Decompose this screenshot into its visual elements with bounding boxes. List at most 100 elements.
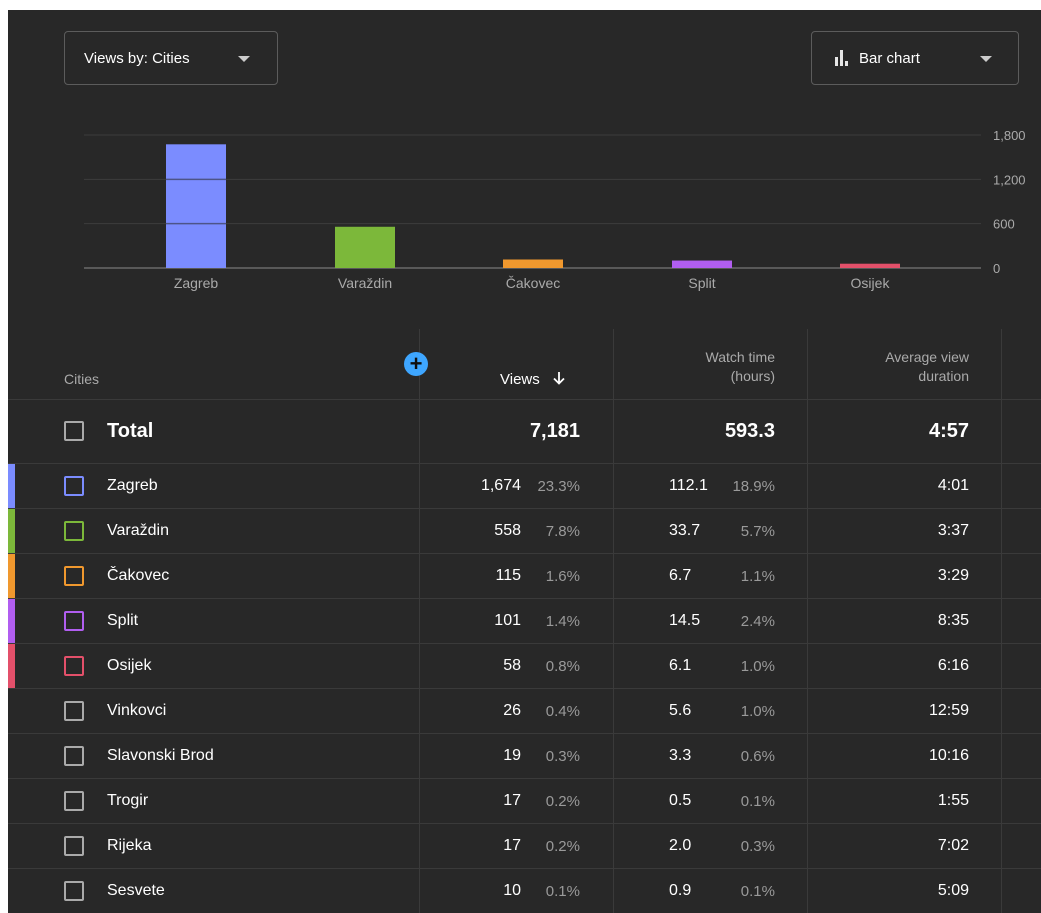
watch-time-percent: 0.1%: [740, 883, 775, 900]
series-color-stripe: [8, 464, 15, 508]
table-row[interactable]: Split 101 1.4% 14.5 2.4% 8:35: [8, 598, 1041, 643]
watch-time-value: 6.1: [669, 657, 692, 674]
row-checkbox[interactable]: [64, 881, 84, 901]
views-value: 17: [503, 837, 521, 854]
total-label: Total: [107, 420, 154, 442]
total-views: 7,181: [529, 420, 580, 442]
x-tick-label: Varaždin: [338, 275, 392, 291]
row-checkbox[interactable]: [64, 521, 84, 541]
watch-time-percent: 2.4%: [740, 613, 775, 630]
table-row[interactable]: Rijeka 17 0.2% 2.0 0.3% 7:02: [8, 823, 1041, 868]
avg-duration-value: 10:16: [928, 747, 969, 764]
watch-time-value: 2.0: [669, 837, 692, 854]
avg-duration-value: 5:09: [937, 882, 969, 899]
series-color-stripe: [8, 599, 15, 643]
city-name: Zagreb: [107, 477, 158, 494]
watch-time-percent: 18.9%: [732, 478, 775, 495]
table-row[interactable]: Trogir 17 0.2% 0.5 0.1% 1:55: [8, 778, 1041, 823]
avg-duration-value: 4:01: [937, 477, 969, 494]
bar-0: [166, 144, 226, 268]
table-row[interactable]: Čakovec 115 1.6% 6.7 1.1% 3:29: [8, 553, 1041, 598]
views-percent: 23.3%: [537, 478, 580, 495]
table-row[interactable]: Osijek 58 0.8% 6.1 1.0% 6:16: [8, 643, 1041, 688]
row-checkbox[interactable]: [64, 656, 84, 676]
avg-duration-value: 7:02: [937, 837, 969, 854]
series-color-stripe: [8, 509, 15, 553]
views-value: 1,674: [480, 477, 521, 494]
row-checkbox[interactable]: [64, 566, 84, 586]
series-color-stripe: [8, 554, 15, 598]
city-name: Slavonski Brod: [107, 747, 214, 764]
views-percent: 0.8%: [545, 658, 580, 675]
views-percent: 7.8%: [545, 523, 580, 540]
x-tick-label: Zagreb: [174, 275, 219, 291]
views-value: 115: [495, 567, 521, 584]
table-header: Cities + Views Watch time (hours) Average…: [8, 329, 1041, 399]
city-name: Trogir: [107, 792, 149, 809]
watch-time-value: 0.9: [669, 882, 692, 899]
views-percent: 0.4%: [545, 703, 580, 720]
x-tick-label: Osijek: [851, 275, 891, 291]
views-percent: 0.3%: [545, 748, 580, 765]
city-name: Sesvete: [107, 882, 165, 899]
total-row: Total 7,181 593.3 4:57: [8, 399, 1041, 463]
bar-4: [840, 263, 900, 268]
watch-time-percent: 1.1%: [740, 568, 775, 585]
views-percent: 1.4%: [545, 613, 580, 630]
total-checkbox[interactable]: [64, 421, 84, 441]
x-tick-label: Čakovec: [506, 275, 560, 291]
series-color-stripe: [8, 644, 15, 688]
series-color-stripe: [8, 779, 15, 823]
table-row[interactable]: Zagreb 1,674 23.3% 112.1 18.9% 4:01: [8, 463, 1041, 508]
watch-time-value: 6.7: [669, 567, 692, 584]
y-tick-label: 1,200: [993, 172, 1026, 187]
row-checkbox[interactable]: [64, 611, 84, 631]
total-avg-duration: 4:57: [928, 420, 969, 442]
row-checkbox[interactable]: [64, 746, 84, 766]
row-checkbox[interactable]: [64, 701, 84, 721]
analytics-panel: Views by: Cities Bar chart 1,800 1,200 600…: [8, 10, 1041, 913]
arrow-down-icon: [553, 372, 565, 385]
series-color-stripe: [8, 734, 15, 778]
cities-table: Cities + Views Watch time (hours) Average…: [8, 329, 1041, 913]
views-value: 58: [503, 657, 521, 674]
row-checkbox[interactable]: [64, 836, 84, 856]
table-row[interactable]: Slavonski Brod 19 0.3% 3.3 0.6% 10:16: [8, 733, 1041, 778]
table-row[interactable]: Varaždin 558 7.8% 33.7 5.7% 3:37: [8, 508, 1041, 553]
row-checkbox[interactable]: [64, 476, 84, 496]
views-percent: 0.1%: [545, 883, 580, 900]
avg-duration-value: 8:35: [937, 612, 969, 629]
views-value: 101: [494, 612, 521, 629]
series-color-stripe: [8, 824, 15, 868]
views-value: 26: [503, 702, 521, 719]
cities-column-header[interactable]: Cities: [64, 370, 99, 389]
watch-time-percent: 5.7%: [740, 523, 775, 540]
plus-circle-icon[interactable]: +: [404, 352, 428, 376]
total-watch-time: 593.3: [724, 420, 775, 442]
watch-time-percent: 0.6%: [740, 748, 775, 765]
watch-time-percent: 0.1%: [740, 793, 775, 810]
views-value: 558: [494, 522, 521, 539]
series-color-stripe: [8, 689, 15, 733]
avg-duration-value: 6:16: [937, 657, 969, 674]
city-name: Čakovec: [107, 567, 170, 584]
views-column-header[interactable]: Views: [500, 370, 566, 389]
city-name: Split: [107, 612, 139, 629]
avg-duration-value: 3:37: [937, 522, 969, 539]
series-color-stripe: [8, 869, 15, 913]
views-percent: 0.2%: [545, 838, 580, 855]
watch-time-percent: 1.0%: [740, 703, 775, 720]
y-tick-label: 0: [993, 261, 1000, 276]
views-percent: 0.2%: [545, 793, 580, 810]
row-checkbox[interactable]: [64, 791, 84, 811]
avg-duration-value: 3:29: [937, 567, 969, 584]
table-row[interactable]: Sesvete 10 0.1% 0.9 0.1% 5:09: [8, 868, 1041, 913]
watch-time-percent: 0.3%: [740, 838, 775, 855]
table-row[interactable]: Vinkovci 26 0.4% 5.6 1.0% 12:59: [8, 688, 1041, 733]
bar-1: [335, 226, 395, 268]
views-value: 10: [503, 882, 521, 899]
city-name: Vinkovci: [107, 702, 167, 719]
watch-time-column-header[interactable]: Watch time (hours): [706, 348, 776, 386]
avg-duration-column-header[interactable]: Average view duration: [885, 348, 969, 386]
y-tick-label: 600: [993, 217, 1015, 232]
